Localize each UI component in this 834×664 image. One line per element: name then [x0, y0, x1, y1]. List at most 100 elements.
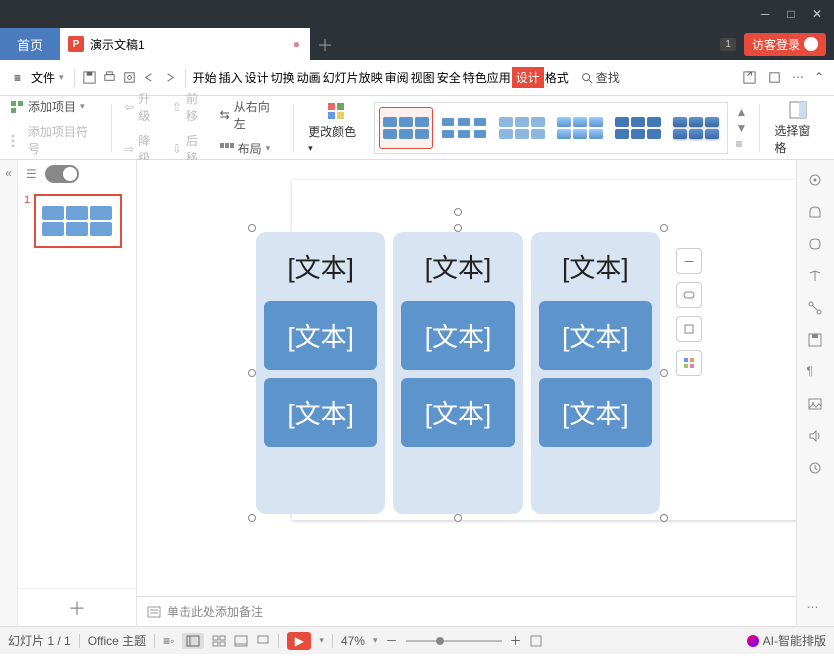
resize-handle[interactable]: [248, 224, 256, 232]
float-rect-icon[interactable]: [676, 316, 702, 342]
zoom-in-icon[interactable]: ＋: [510, 632, 522, 649]
notification-badge[interactable]: 1: [720, 38, 736, 51]
resize-handle[interactable]: [454, 514, 462, 522]
float-shape-icon[interactable]: [676, 282, 702, 308]
zoom-out-icon[interactable]: －: [386, 632, 398, 649]
print-icon[interactable]: [101, 69, 119, 87]
document-tab[interactable]: P 演示文稿1 ●: [60, 28, 310, 60]
thumbnail-view-toggle[interactable]: [45, 165, 79, 183]
notes-pane[interactable]: 单击此处添加备注: [137, 596, 796, 626]
style-option-2[interactable]: [437, 107, 491, 149]
select-pane-button[interactable]: 选择窗格: [770, 100, 826, 156]
resize-handle[interactable]: [454, 224, 462, 232]
share-icon[interactable]: [742, 70, 757, 85]
add-item-button[interactable]: 添加项目▾: [8, 97, 101, 116]
tab-insert[interactable]: 插入: [218, 67, 244, 88]
theme-indicator[interactable]: Office 主题: [88, 632, 146, 649]
sidebar-save-icon[interactable]: [807, 332, 825, 350]
hamburger-menu[interactable]: ≡: [10, 69, 25, 87]
smartart-column-3[interactable]: [文本] [文本] [文本]: [531, 232, 660, 514]
smartart-cell[interactable]: [文本]: [539, 240, 652, 293]
smartart-column-1[interactable]: [文本] [文本] [文本]: [256, 232, 385, 514]
smartart-cell[interactable]: [文本]: [264, 378, 377, 447]
slide-indicator[interactable]: 幻灯片 1 / 1: [8, 632, 71, 649]
search-button[interactable]: 查找: [580, 69, 620, 86]
sidebar-more-icon[interactable]: ⋯: [807, 600, 825, 618]
recolor-button[interactable]: 更改颜色 ▾: [304, 101, 367, 154]
style-option-1[interactable]: [379, 107, 433, 149]
ai-layout-button[interactable]: AI-智能排版: [747, 632, 826, 649]
view-normal-icon[interactable]: [182, 633, 204, 649]
maximize-button[interactable]: □: [778, 4, 804, 24]
save-cloud-icon[interactable]: [767, 70, 782, 85]
add-tab-button[interactable]: ＋: [310, 32, 340, 56]
tab-security[interactable]: 安全: [436, 67, 462, 88]
redo-icon[interactable]: [161, 69, 179, 87]
sidebar-clip-icon[interactable]: [807, 236, 825, 254]
add-slide-button[interactable]: ＋: [18, 588, 136, 626]
sidebar-image-icon[interactable]: [807, 396, 825, 414]
float-minus-icon[interactable]: －: [676, 248, 702, 274]
view-reading-icon[interactable]: [234, 635, 248, 647]
smartart-object[interactable]: [文本] [文本] [文本] [文本] [文本] [文本] [文本] [文本] …: [252, 228, 664, 518]
undo-icon[interactable]: [141, 69, 159, 87]
float-grid-icon[interactable]: [676, 350, 702, 376]
style-option-5[interactable]: [611, 107, 665, 149]
home-tab[interactable]: 首页: [0, 28, 60, 60]
sidebar-flow-icon[interactable]: [807, 300, 825, 318]
sidebar-shape-icon[interactable]: [807, 204, 825, 222]
rtl-button[interactable]: ⇆ 从右向左: [218, 97, 284, 133]
smartart-cell[interactable]: [文本]: [401, 378, 514, 447]
slide-thumbnail-1[interactable]: [34, 194, 122, 248]
smartart-cell[interactable]: [文本]: [539, 301, 652, 370]
outline-view-icon[interactable]: ☰: [26, 167, 37, 181]
resize-handle[interactable]: [660, 514, 668, 522]
resize-handle[interactable]: [248, 514, 256, 522]
sidebar-history-icon[interactable]: [807, 460, 825, 478]
sidebar-audio-icon[interactable]: [807, 428, 825, 446]
sidebar-settings-icon[interactable]: [807, 172, 825, 190]
minimize-button[interactable]: ─: [752, 4, 778, 24]
smartart-selection[interactable]: [文本] [文本] [文本] [文本] [文本] [文本] [文本] [文本] …: [252, 228, 664, 518]
smartart-cell[interactable]: [文本]: [539, 378, 652, 447]
resize-handle[interactable]: [248, 369, 256, 377]
smartart-column-2[interactable]: [文本] [文本] [文本]: [393, 232, 522, 514]
view-notes-icon[interactable]: [256, 635, 270, 647]
collapse-ribbon-icon[interactable]: ⌃: [814, 70, 824, 85]
more-icon[interactable]: ⋯: [792, 70, 804, 85]
sidebar-text-icon[interactable]: ¶: [807, 364, 825, 382]
style-option-6[interactable]: [669, 107, 723, 149]
layout-button[interactable]: 布局▾: [218, 139, 284, 158]
sidebar-type-icon[interactable]: [807, 268, 825, 286]
guest-login-button[interactable]: 访客登录: [744, 33, 826, 56]
tab-design[interactable]: 设计: [244, 67, 270, 88]
slideshow-button[interactable]: ▶: [287, 632, 311, 650]
smartart-cell[interactable]: [文本]: [264, 240, 377, 293]
resize-handle[interactable]: [660, 224, 668, 232]
tab-smartart-design[interactable]: 设计: [512, 67, 544, 88]
tab-slideshow[interactable]: 幻灯片放映: [322, 67, 384, 88]
close-tab-icon[interactable]: ●: [293, 37, 300, 51]
gallery-up-icon[interactable]: ▲: [736, 105, 748, 119]
tab-view[interactable]: 视图: [410, 67, 436, 88]
tab-features[interactable]: 特色应用: [462, 67, 512, 88]
gallery-more-icon[interactable]: ≡: [736, 137, 748, 151]
style-option-3[interactable]: [495, 107, 549, 149]
view-list-icon[interactable]: ≡◦: [163, 634, 174, 648]
collapse-panel-button[interactable]: «: [0, 160, 18, 626]
file-menu[interactable]: 文件 ▾: [27, 67, 68, 88]
zoom-level[interactable]: 47%: [341, 634, 365, 648]
smartart-cell[interactable]: [文本]: [401, 301, 514, 370]
print-preview-icon[interactable]: [121, 69, 139, 87]
resize-handle[interactable]: [660, 369, 668, 377]
gallery-down-icon[interactable]: ▼: [736, 121, 748, 135]
view-sorter-icon[interactable]: [212, 635, 226, 647]
smartart-cell[interactable]: [文本]: [264, 301, 377, 370]
tab-review[interactable]: 审阅: [384, 67, 410, 88]
rotate-handle[interactable]: [454, 208, 462, 216]
smartart-cell[interactable]: [文本]: [401, 240, 514, 293]
tab-start[interactable]: 开始: [192, 67, 218, 88]
close-window-button[interactable]: ✕: [804, 4, 830, 24]
style-option-4[interactable]: [553, 107, 607, 149]
tab-transition[interactable]: 切换: [270, 67, 296, 88]
